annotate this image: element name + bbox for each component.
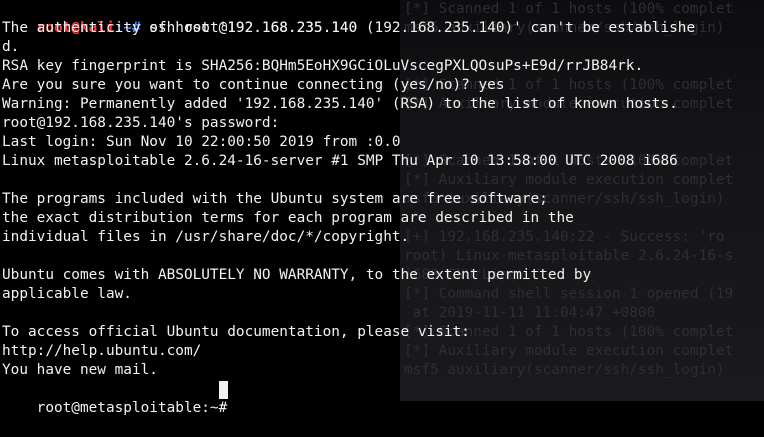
terminal-output-line: individual files in /usr/share/doc/*/cop… <box>2 229 410 245</box>
terminal-output-line: RSA key fingerprint is SHA256:BQHm5EoHX9… <box>2 58 644 74</box>
text-cursor <box>219 381 228 399</box>
terminal-output-line: the exact distribution terms for each pr… <box>2 210 574 226</box>
terminal-output-line: Linux metasploitable 2.6.24-16-server #1… <box>2 153 678 169</box>
terminal-output-line: Last login: Sun Nov 10 22:00:50 2019 fro… <box>2 134 401 150</box>
terminal-output-line: applicable law. <box>2 286 132 302</box>
final-prompt-line[interactable]: root@metasploitable:~# <box>2 380 236 437</box>
final-prompt: root@metasploitable:~# <box>36 400 236 416</box>
terminal-output-line: The authenticity of host '192.168.235.14… <box>2 20 696 36</box>
terminal-output-line: The programs included with the Ubuntu sy… <box>2 191 548 207</box>
terminal-output-line: http://help.ubuntu.com/ <box>2 343 202 359</box>
terminal-output-line: d. <box>2 39 20 55</box>
terminal-output-line: Warning: Permanently added '192.168.235.… <box>2 96 678 112</box>
terminal-output-line: root@192.168.235.140's password: <box>2 115 280 131</box>
terminal-output-line: Are you sure you want to continue connec… <box>2 77 505 93</box>
terminal-output-line: To access official Ubuntu documentation,… <box>2 324 470 340</box>
terminal-window[interactable]: root@kali:~# ssh root@192.168.235.140 Th… <box>0 0 764 416</box>
terminal-output-line: Ubuntu comes with ABSOLUTELY NO WARRANTY… <box>2 267 592 283</box>
terminal-output-line: You have new mail. <box>2 362 158 378</box>
